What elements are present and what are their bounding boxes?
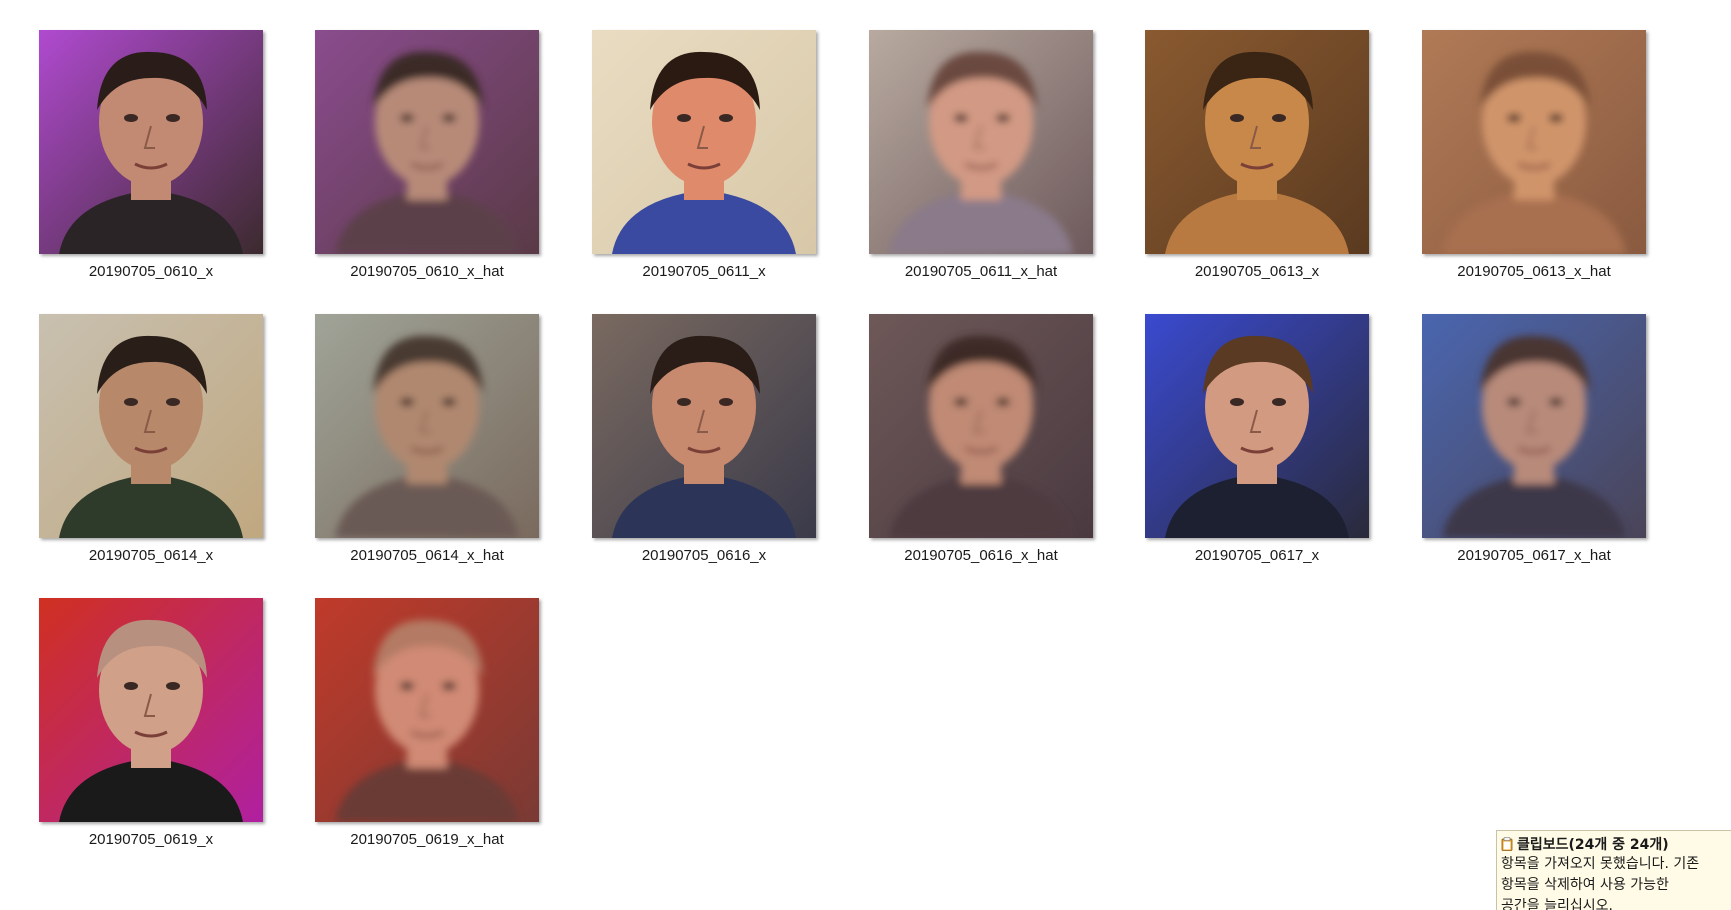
file-name-label: 20190705_0611_x [642, 263, 766, 280]
file-item[interactable]: 20190705_0619_x_hat [276, 568, 562, 852]
clipboard-message-line: 항목을 삭제하여 사용 가능한 [1501, 877, 1669, 893]
image-thumbnail[interactable] [315, 314, 539, 538]
file-item[interactable]: 20190705_0616_x_hat [830, 284, 1116, 568]
file-item[interactable]: 20190705_0619_x [0, 568, 286, 852]
image-thumbnail[interactable] [869, 30, 1093, 254]
image-thumbnail[interactable] [1422, 314, 1646, 538]
image-thumbnail[interactable] [315, 598, 539, 822]
image-thumbnail[interactable] [39, 30, 263, 254]
clipboard-title: 클립보드(24개 중 24개) [1517, 837, 1669, 853]
clipboard-title-row: 클립보드(24개 중 24개) [1501, 834, 1731, 854]
file-name-label: 20190705_0617_x [1194, 547, 1320, 564]
file-item[interactable]: 20190705_0617_x [1106, 284, 1392, 568]
clipboard-message: 항목을 가져오지 못했습니다. 기존 항목을 삭제하여 사용 가능한 공간을 늘… [1501, 854, 1731, 910]
file-name-label: 20190705_0610_x [88, 263, 214, 280]
file-name-label: 20190705_0616_x [641, 547, 767, 564]
image-thumbnail[interactable] [39, 314, 263, 538]
file-item[interactable]: 20190705_0610_x [0, 0, 286, 284]
clipboard-message-line: 공간을 늘리십시오. [1501, 898, 1613, 910]
file-name-label: 20190705_0617_x_hat [1457, 547, 1611, 564]
file-item[interactable]: 20190705_0614_x [0, 284, 286, 568]
file-name-label: 20190705_0616_x_hat [904, 547, 1058, 564]
file-item[interactable]: 20190705_0613_x_hat [1383, 0, 1669, 284]
file-name-label: 20190705_0619_x [88, 831, 214, 848]
image-thumbnail[interactable] [1422, 30, 1646, 254]
file-name-label: 20190705_0610_x_hat [350, 263, 504, 280]
file-name-label: 20190705_0613_x_hat [1457, 263, 1611, 280]
file-item[interactable]: 20190705_0613_x [1106, 0, 1392, 284]
clipboard-message-line: 항목을 가져오지 못했습니다. 기존 [1501, 856, 1700, 872]
image-thumbnail[interactable] [1145, 30, 1369, 254]
file-item[interactable]: 20190705_0611_x [553, 0, 839, 284]
file-name-label: 20190705_0614_x_hat [350, 547, 504, 564]
clipboard-popup[interactable]: 클립보드(24개 중 24개) 항목을 가져오지 못했습니다. 기존 항목을 삭… [1496, 830, 1731, 910]
file-name-label: 20190705_0614_x [88, 547, 214, 564]
image-thumbnail[interactable] [39, 598, 263, 822]
file-name-label: 20190705_0619_x_hat [350, 831, 504, 848]
image-thumbnail[interactable] [315, 30, 539, 254]
file-name-label: 20190705_0611_x_hat [904, 263, 1058, 280]
file-item[interactable]: 20190705_0616_x [553, 284, 839, 568]
image-thumbnail[interactable] [592, 30, 816, 254]
image-thumbnail[interactable] [1145, 314, 1369, 538]
image-thumbnail[interactable] [592, 314, 816, 538]
file-item[interactable]: 20190705_0614_x_hat [276, 284, 562, 568]
file-item[interactable]: 20190705_0617_x_hat [1383, 284, 1669, 568]
file-grid: 20190705_0610_x 20190705_0610_x_hat 201907… [0, 0, 1731, 901]
image-thumbnail[interactable] [869, 314, 1093, 538]
file-item[interactable]: 20190705_0610_x_hat [276, 0, 562, 284]
file-name-label: 20190705_0613_x [1194, 263, 1320, 280]
clipboard-icon [1501, 837, 1513, 851]
file-item[interactable]: 20190705_0611_x_hat [830, 0, 1116, 284]
